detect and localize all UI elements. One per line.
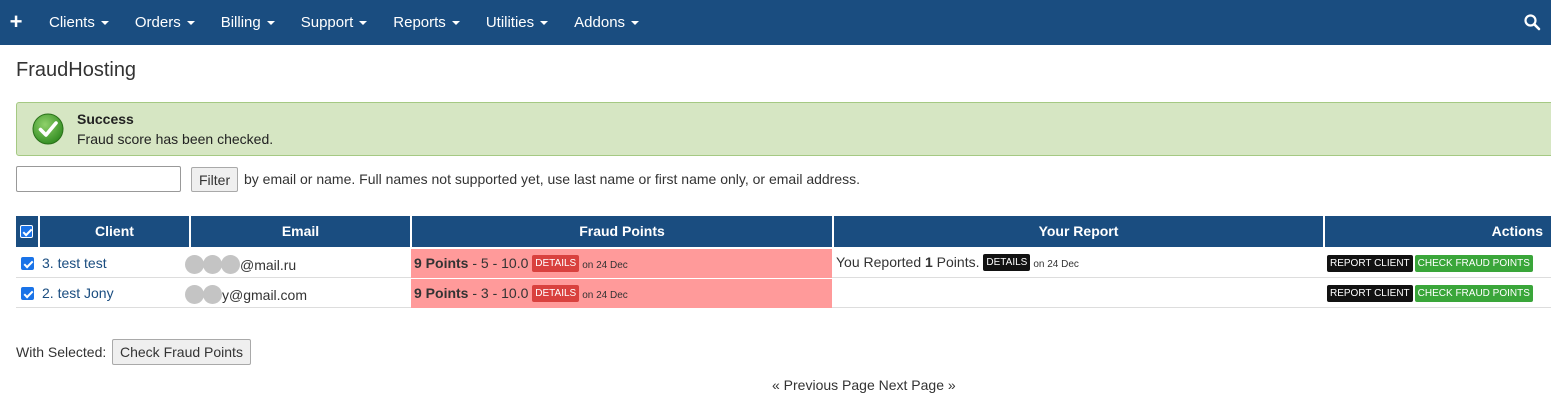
nav-item-orders[interactable]: Orders [122, 0, 208, 45]
fraud-points-value: 9 Points [414, 285, 469, 301]
fraud-date: on 24 Dec [582, 260, 628, 271]
bulk-check-fraud-points-button[interactable]: Check Fraud Points [112, 339, 251, 365]
nav-item-label: Reports [393, 14, 446, 31]
report-client-button[interactable]: REPORT CLIENT [1327, 285, 1413, 302]
check-circle-icon [32, 113, 64, 145]
client-link[interactable]: 3. test test [42, 255, 107, 271]
row-checkbox[interactable] [21, 287, 34, 300]
nav-item-support[interactable]: Support [288, 0, 381, 45]
fraud-points-detail: - 3 - 10.0 [468, 285, 533, 301]
email-text: y@gmail.com [222, 286, 308, 303]
nav-item-label: Clients [49, 14, 95, 31]
check-fraud-points-button[interactable]: CHECK FRAUD POINTS [1414, 255, 1533, 272]
nav-item-addons[interactable]: Addons [561, 0, 652, 45]
email-cell: y@gmail.com [185, 285, 307, 304]
fraud-points-detail: - 5 - 10.0 [468, 255, 533, 271]
column-header-email[interactable]: Email [191, 216, 410, 247]
table-row: 3. test test @mail.ru 9 Points - 5 - 10.… [16, 248, 1551, 278]
nav-item-label: Addons [574, 14, 626, 31]
caret-down-icon [266, 21, 275, 26]
filter-help-text: by email or name. Full names not support… [244, 171, 861, 187]
nav-item-label: Billing [220, 14, 261, 31]
fraud-points-value: 9 Points [414, 255, 469, 271]
select-all-checkbox[interactable] [20, 225, 33, 238]
caret-down-icon [540, 21, 549, 26]
filter-input[interactable] [16, 166, 181, 192]
column-header-your-report[interactable]: Your Report [834, 216, 1323, 247]
nav-item-billing[interactable]: Billing [208, 0, 288, 45]
column-header-actions-cell: Actions [1325, 216, 1551, 247]
report-suffix: Points. [932, 254, 984, 270]
main-menu: Clients Orders Billing Support Reports U… [36, 0, 652, 45]
report-prefix: You Reported [836, 254, 925, 270]
nav-item-label: Orders [134, 14, 181, 31]
report-points: 1 [925, 254, 933, 270]
caret-down-icon [359, 21, 368, 26]
alert-title: Success [77, 111, 134, 127]
table-row: 2. test Jony y@gmail.com 9 Points - 3 - … [16, 278, 1551, 308]
check-fraud-points-button[interactable]: CHECK FRAUD POINTS [1414, 285, 1533, 302]
row-checkbox[interactable] [21, 257, 34, 270]
column-header-actions: Actions [1491, 223, 1543, 239]
plus-icon[interactable]: + [8, 11, 24, 33]
alert-message: Fraud score has been checked. [77, 131, 274, 147]
with-selected-label: With Selected: [16, 344, 107, 360]
page-title: FraudHosting [16, 59, 137, 81]
details-badge[interactable]: DETAILS [532, 254, 580, 272]
actions-cell: REPORT CLIENT CHECK FRAUD POINTS [1327, 285, 1535, 302]
client-link[interactable]: 2. test Jony [42, 285, 114, 301]
fraud-points-cell: 9 Points - 3 - 10.0 DETAILS on 24 Dec [411, 279, 832, 308]
report-client-button[interactable]: REPORT CLIENT [1327, 255, 1413, 272]
column-header-fraud-points[interactable]: Fraud Points [412, 216, 832, 247]
pagination: « Previous Page Next Page » [772, 377, 956, 393]
nav-item-utilities[interactable]: Utilities [473, 0, 561, 45]
filter-button[interactable]: Filter [191, 167, 239, 192]
column-header-client[interactable]: Client [40, 216, 189, 247]
nav-item-clients[interactable]: Clients [36, 0, 122, 45]
caret-down-icon [451, 21, 460, 26]
nav-item-label: Utilities [485, 14, 535, 31]
select-all-cell [16, 216, 38, 247]
caret-down-icon [100, 21, 109, 26]
redacted-blur [185, 255, 240, 274]
your-report-cell: You Reported 1 Points. DETAILS on 24 Dec [836, 248, 1079, 277]
previous-page-link[interactable]: « Previous Page [772, 377, 875, 393]
top-navbar: + Clients Orders Billing Support Reports… [0, 0, 1551, 45]
search-icon[interactable] [1523, 13, 1541, 31]
table-header: Client Email Fraud Points Your Report Ac… [16, 216, 1551, 247]
email-text: @mail.ru [240, 256, 297, 273]
nav-item-label: Support [300, 14, 354, 31]
next-page-link[interactable]: Next Page » [879, 377, 956, 393]
nav-item-reports[interactable]: Reports [380, 0, 473, 45]
actions-cell: REPORT CLIENT CHECK FRAUD POINTS [1327, 255, 1535, 272]
caret-down-icon [186, 21, 195, 26]
details-badge[interactable]: DETAILS [532, 284, 580, 302]
caret-down-icon [631, 21, 640, 26]
redacted-blur [185, 285, 222, 304]
report-details-badge[interactable]: DETAILS [983, 253, 1031, 271]
fraud-date: on 24 Dec [582, 290, 628, 301]
success-alert: Success Fraud score has been checked. [16, 102, 1551, 156]
fraud-points-cell: 9 Points - 5 - 10.0 DETAILS on 24 Dec [411, 249, 832, 278]
report-date: on 24 Dec [1033, 259, 1079, 270]
email-cell: @mail.ru [185, 255, 296, 274]
